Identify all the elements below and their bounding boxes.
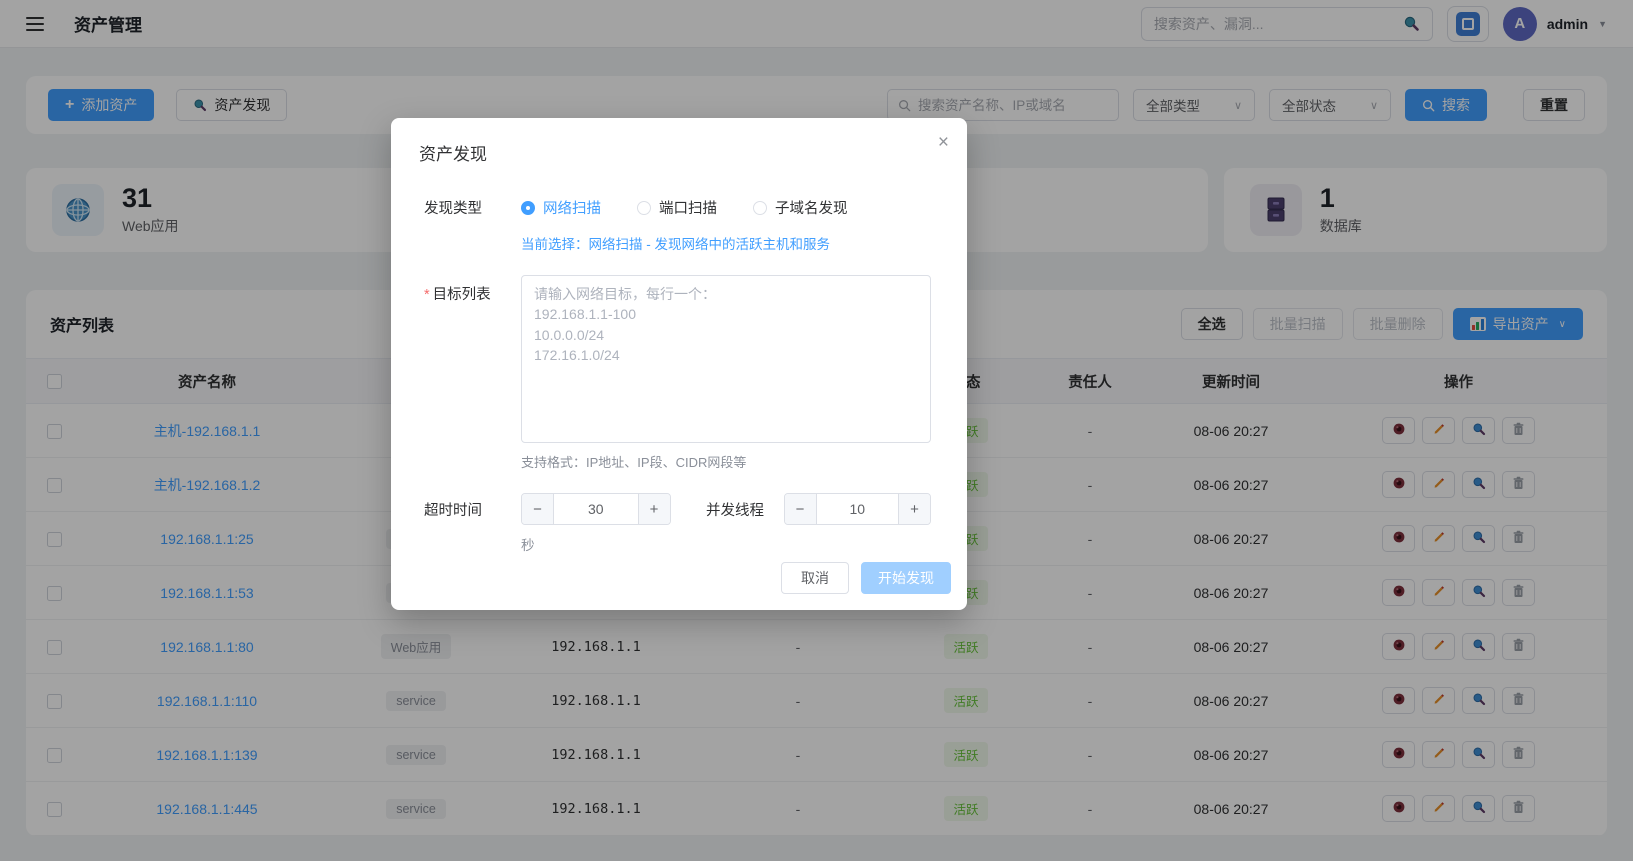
radio-icon: [637, 200, 651, 215]
start-discovery-button[interactable]: 开始发现: [861, 562, 951, 594]
discovery-type-group: 网络扫描 端口扫描 子域名发现: [521, 197, 848, 218]
target-list-label: * 目标列表: [424, 287, 491, 303]
threads-label: 并发线程: [706, 502, 764, 519]
cancel-button[interactable]: 取消: [781, 562, 849, 594]
asset-discovery-modal: 资产发现 × 发现类型 网络扫描 端口扫描 子域名发现 当前选择：网络扫描 - …: [391, 118, 967, 610]
radio-port-scan[interactable]: 端口扫描: [637, 197, 717, 218]
timeout-label: 超时时间: [424, 502, 482, 519]
increase-button[interactable]: +: [898, 494, 930, 524]
increase-button[interactable]: +: [637, 494, 670, 524]
decrease-button[interactable]: −: [784, 494, 817, 524]
timeout-unit: 秒: [521, 538, 535, 553]
current-selection-hint: 当前选择：网络扫描 - 发现网络中的活跃主机和服务: [521, 237, 830, 252]
decrease-button[interactable]: −: [522, 494, 554, 524]
required-mark: *: [424, 287, 430, 303]
modal-title: 资产发现: [419, 145, 487, 164]
timeout-stepper: − +: [521, 493, 671, 525]
timeout-input[interactable]: [554, 494, 638, 524]
close-icon[interactable]: ×: [938, 133, 949, 152]
radio-network-scan[interactable]: 网络扫描: [521, 197, 601, 218]
format-hint: 支持格式：IP地址、IP段、CIDR网段等: [521, 455, 747, 470]
target-list-textarea[interactable]: [521, 275, 931, 443]
radio-icon: [753, 200, 767, 215]
radio-icon: [521, 200, 535, 215]
threads-stepper: − +: [783, 493, 931, 525]
discovery-type-label: 发现类型: [424, 201, 482, 217]
threads-input[interactable]: [816, 494, 898, 524]
radio-subdomain-discovery[interactable]: 子域名发现: [753, 197, 848, 218]
